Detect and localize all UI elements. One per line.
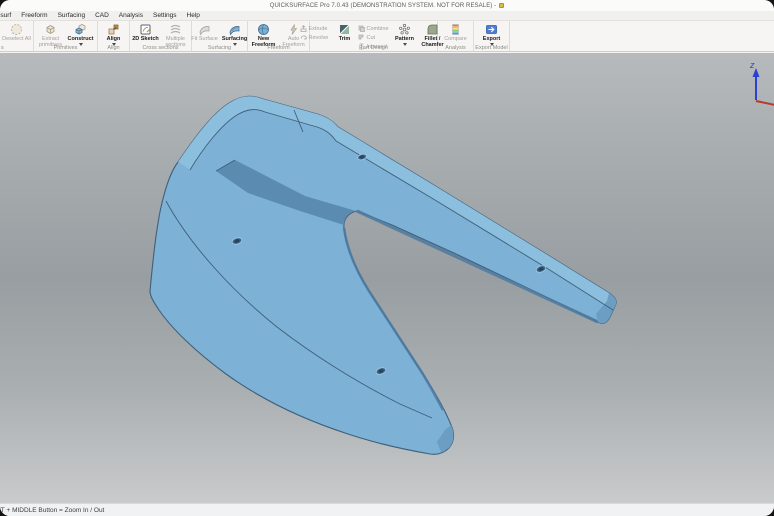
auto-freeform-icon bbox=[287, 23, 300, 36]
cut-icon bbox=[358, 34, 365, 41]
3d-viewport[interactable]: z bbox=[0, 53, 774, 503]
fit-surface-icon bbox=[198, 23, 211, 36]
ribbon-group-part-design: Extrude Revolve Trim Combine bbox=[310, 21, 438, 51]
title-bar: QUICKSURFACE Pro 7.0.43 (DEMONSTRATION S… bbox=[0, 0, 774, 11]
ribbon-group-export-model: Export Export Model bbox=[474, 21, 510, 51]
trim-icon bbox=[338, 23, 351, 36]
quicksurface-window: QUICKSURFACE Pro 7.0.43 (DEMONSTRATION S… bbox=[0, 0, 774, 516]
sketch-pad-icon bbox=[139, 23, 152, 36]
multiple-sections-icon bbox=[169, 23, 182, 36]
menu-autosurf[interactable]: Autosurf bbox=[0, 12, 11, 19]
export-icon bbox=[485, 23, 498, 36]
ribbon-toolbar: Deselect All s Extract primitives Constr… bbox=[0, 21, 774, 52]
axis-triad: z bbox=[742, 58, 774, 110]
menu-bar: Autosurf Freeform Surfacing CAD Analysis… bbox=[0, 11, 774, 21]
document-icon bbox=[499, 3, 504, 8]
compare-icon bbox=[449, 23, 462, 36]
window-title: QUICKSURFACE Pro 7.0.43 (DEMONSTRATION S… bbox=[270, 3, 497, 9]
ribbon-group-align: Align Align bbox=[98, 21, 130, 51]
pattern-icon bbox=[398, 23, 411, 36]
trim-button[interactable]: Trim bbox=[332, 22, 358, 42]
pattern-button[interactable]: Pattern bbox=[392, 22, 418, 46]
ribbon-group-primitives: Extract primitives Construct Primitives bbox=[34, 21, 98, 51]
mouse-hint-text: SHIFT + MIDDLE Button = Zoom In / Out bbox=[0, 507, 104, 514]
status-bar: SHIFT + MIDDLE Button = Zoom In / Out bbox=[0, 503, 774, 516]
revolve-icon bbox=[300, 34, 307, 41]
compare-button: Compare bbox=[441, 22, 471, 42]
ribbon-group-analysis: Compare Analysis bbox=[438, 21, 474, 51]
x-axis-icon bbox=[756, 101, 774, 106]
2d-sketch-button[interactable]: 2D Sketch bbox=[131, 22, 161, 42]
menu-help[interactable]: Help bbox=[187, 12, 200, 19]
combine-icon bbox=[358, 25, 365, 32]
menu-freeform[interactable]: Freeform bbox=[21, 12, 47, 19]
surfacing-button[interactable]: Surfacing bbox=[220, 22, 250, 46]
construct-button[interactable]: Construct bbox=[66, 22, 96, 46]
ribbon-group-cross-sections: 2D Sketch Multiple sections Cross sectio… bbox=[130, 21, 192, 51]
extrude-button: Extrude bbox=[300, 25, 332, 32]
ribbon-group-selection: Deselect All s bbox=[0, 21, 34, 51]
menu-settings[interactable]: Settings bbox=[153, 12, 177, 19]
cad-model bbox=[0, 53, 774, 503]
menu-cad[interactable]: CAD bbox=[95, 12, 109, 19]
extrude-icon bbox=[300, 25, 307, 32]
menu-surfacing[interactable]: Surfacing bbox=[58, 12, 85, 19]
menu-analysis[interactable]: Analysis bbox=[119, 12, 143, 19]
deselect-circle-icon bbox=[10, 23, 23, 36]
align-button[interactable]: Align bbox=[99, 22, 129, 46]
surfacing-patch-icon bbox=[228, 23, 241, 36]
ribbon-group-surfacing: Fit Surface Surfacing Surfacing bbox=[192, 21, 248, 51]
new-freeform-icon bbox=[257, 23, 270, 36]
combine-button: Combine bbox=[358, 25, 392, 32]
fit-surface-button: Fit Surface bbox=[190, 22, 220, 42]
cut-button: Cut bbox=[358, 34, 392, 41]
extract-primitives-icon bbox=[44, 23, 57, 36]
part-design-stack-left: Extrude Revolve bbox=[300, 22, 332, 41]
deselect-all-button: Deselect All bbox=[2, 22, 32, 42]
revolve-button: Revolve bbox=[300, 34, 332, 41]
export-button[interactable]: Export bbox=[477, 22, 507, 46]
align-icon bbox=[107, 23, 120, 36]
ribbon-empty-space bbox=[510, 21, 774, 51]
z-axis-label: z bbox=[749, 60, 755, 70]
construct-cubes-icon bbox=[74, 23, 87, 36]
